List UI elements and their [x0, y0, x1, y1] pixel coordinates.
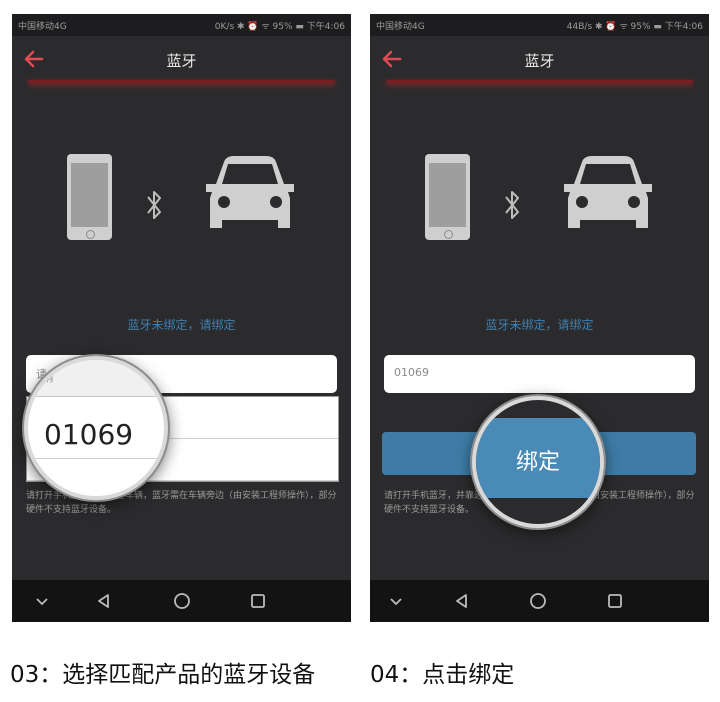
bluetooth-status-hint: 蓝牙未绑定，请绑定	[485, 318, 594, 332]
magnified-option-01069[interactable]: 01069	[44, 418, 133, 451]
status-indicators: 0K/s ✱ ⏰ ᯤ 95% ▬ 下午4:06	[214, 22, 345, 32]
carrier-label: 中国移动4G	[376, 22, 425, 32]
phone-screen-right: 中国移动4G 44B/s ✱ ⏰ ᯤ 95% ▬ 下午4:06 蓝牙 蓝牙未绑定…	[370, 14, 709, 622]
device-code-input[interactable]: 01069	[384, 355, 695, 393]
app-bar: 蓝牙	[12, 36, 351, 88]
magnifier-device-option: 请 01069	[24, 356, 168, 500]
phone-icon	[67, 154, 112, 240]
nav-down-icon[interactable]	[32, 591, 52, 611]
phone-icon	[425, 154, 470, 240]
system-nav-bar	[12, 580, 351, 622]
carrier-label: 中国移动4G	[18, 22, 67, 32]
nav-recent-icon[interactable]	[605, 591, 625, 611]
status-bar: 中国移动4G 44B/s ✱ ⏰ ᯤ 95% ▬ 下午4:06	[370, 14, 709, 36]
nav-home-icon[interactable]	[172, 591, 192, 611]
phone-screen-left: 中国移动4G 0K/s ✱ ⏰ ᯤ 95% ▬ 下午4:06 蓝牙 蓝牙未绑定，…	[12, 14, 351, 622]
step-caption-04: 04：点击绑定	[370, 662, 515, 688]
bluetooth-status-hint: 蓝牙未绑定，请绑定	[127, 318, 236, 332]
page-title: 蓝牙	[166, 52, 197, 70]
nav-back-icon[interactable]	[452, 591, 472, 611]
status-indicators: 44B/s ✱ ⏰ ᯤ 95% ▬ 下午4:06	[566, 22, 703, 32]
bluetooth-icon	[147, 191, 161, 219]
magnifier-bind-button: 绑定	[472, 396, 604, 528]
app-bar: 蓝牙	[370, 36, 709, 88]
bluetooth-icon	[505, 191, 519, 219]
magnified-placeholder: 请	[42, 370, 55, 384]
title-underline	[386, 80, 693, 83]
nav-recent-icon[interactable]	[248, 591, 268, 611]
bind-button-label[interactable]: 绑定	[476, 444, 600, 476]
title-underline	[28, 80, 335, 83]
nav-down-icon[interactable]	[386, 591, 406, 611]
car-icon	[206, 156, 294, 228]
page-title: 蓝牙	[524, 52, 555, 70]
step-caption-03: 03：选择匹配产品的蓝牙设备	[10, 662, 316, 688]
nav-back-icon[interactable]	[94, 591, 114, 611]
system-nav-bar	[370, 580, 709, 622]
car-icon	[564, 156, 652, 228]
nav-home-icon[interactable]	[528, 591, 548, 611]
status-bar: 中国移动4G 0K/s ✱ ⏰ ᯤ 95% ▬ 下午4:06	[12, 14, 351, 36]
